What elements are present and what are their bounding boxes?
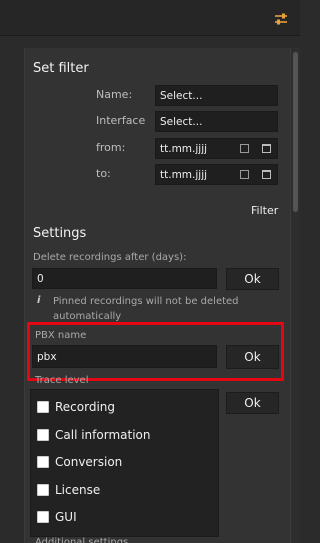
trace-option-conversion[interactable]: Conversion: [37, 455, 122, 469]
name-select-value: Select...: [160, 89, 203, 102]
from-label: from:: [96, 141, 126, 154]
trace-option-label: License: [55, 483, 101, 497]
additional-settings-label: Additional settings: [35, 537, 129, 543]
trace-option-call-information[interactable]: Call information: [37, 428, 150, 442]
filter-button[interactable]: Filter: [251, 204, 278, 217]
trace-option-label: Call information: [55, 428, 151, 442]
sliders-icon[interactable]: [274, 12, 288, 26]
checkbox[interactable]: [37, 429, 49, 441]
highlight-frame: [27, 322, 284, 381]
calendar-icon[interactable]: [262, 170, 271, 179]
checkbox[interactable]: [37, 456, 49, 468]
calendar-icon[interactable]: [262, 144, 271, 153]
set-filter-title: Set filter: [33, 61, 89, 76]
interface-label: Interface: [96, 114, 146, 127]
to-date-input[interactable]: tt.mm.jjjj: [155, 164, 278, 185]
trace-option-recording[interactable]: Recording: [37, 400, 115, 414]
interface-select[interactable]: Select...: [155, 111, 278, 132]
delete-days-value: 0: [37, 272, 44, 285]
trace-level-label: Trace level: [35, 375, 89, 383]
name-label: Name:: [96, 88, 133, 101]
info-icon: i: [37, 295, 41, 306]
delete-ok-button[interactable]: Ok: [226, 268, 279, 290]
scrollbar-thumb[interactable]: [293, 52, 298, 212]
trace-option-label: GUI: [55, 510, 77, 524]
to-label: to:: [96, 167, 111, 180]
trace-option-label: Conversion: [55, 455, 123, 469]
top-bar: [0, 0, 300, 36]
delete-after-label: Delete recordings after (days):: [33, 252, 187, 263]
from-date-placeholder: tt.mm.jjjj: [160, 142, 208, 155]
interface-select-value: Select...: [160, 115, 203, 128]
name-select[interactable]: Select...: [155, 85, 278, 106]
trace-ok-button[interactable]: Ok: [226, 392, 279, 414]
calendar-icon[interactable]: [240, 170, 249, 179]
trace-option-license[interactable]: License: [37, 483, 100, 497]
checkbox[interactable]: [37, 511, 49, 523]
delete-days-input[interactable]: 0: [32, 268, 217, 289]
trace-option-label: Recording: [55, 400, 116, 414]
settings-title: Settings: [33, 226, 87, 241]
left-strip: [0, 37, 24, 543]
to-date-placeholder: tt.mm.jjjj: [160, 168, 208, 181]
from-date-input[interactable]: tt.mm.jjjj: [155, 138, 278, 159]
checkbox[interactable]: [37, 484, 49, 496]
checkbox[interactable]: [37, 401, 49, 413]
trace-option-gui[interactable]: GUI: [37, 510, 77, 524]
pinned-info-text: Pinned recordings will not be deleted au…: [53, 296, 239, 322]
calendar-icon[interactable]: [240, 144, 249, 153]
